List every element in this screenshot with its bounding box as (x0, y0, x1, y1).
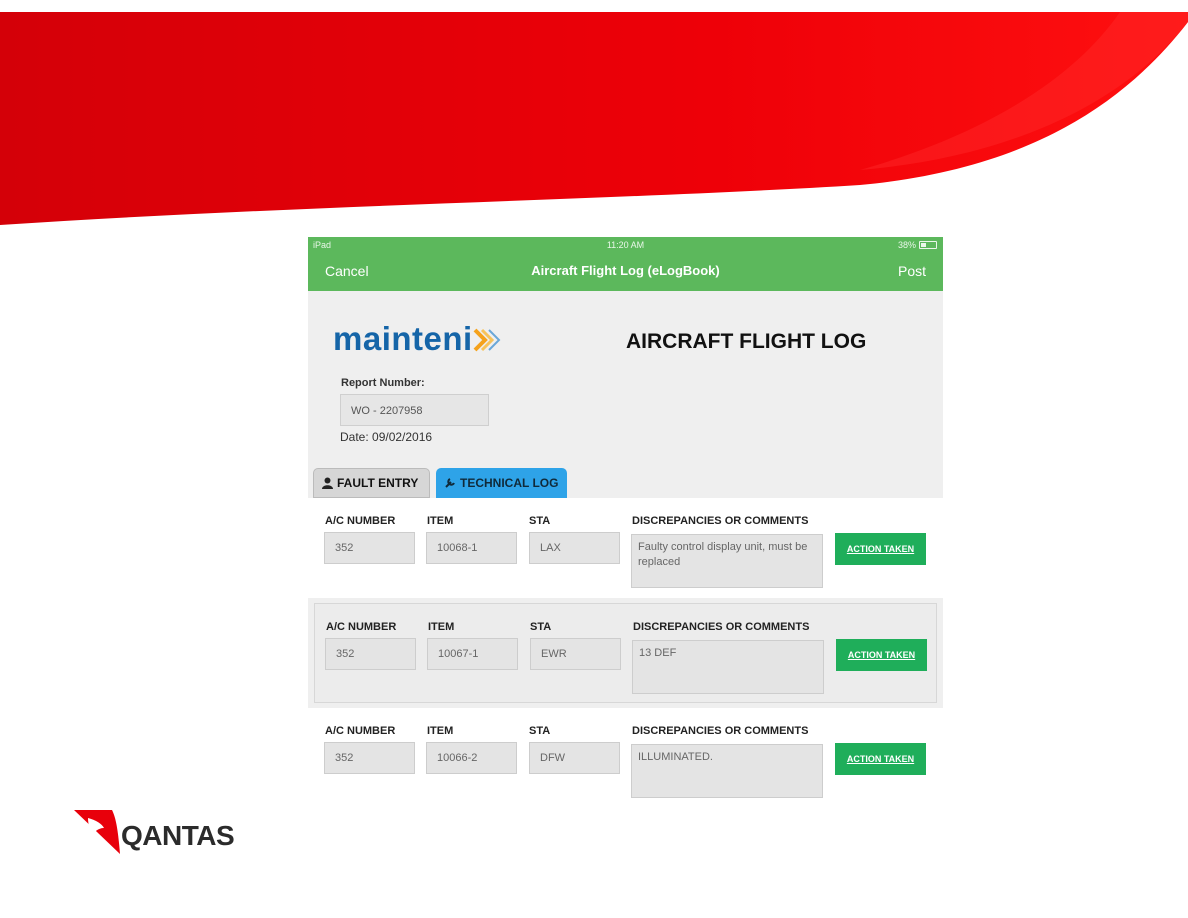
ac-number-field[interactable]: 352 (324, 532, 415, 564)
nav-bar: Cancel Aircraft Flight Log (eLogBook) Po… (308, 253, 943, 291)
list-item: A/C NUMBER ITEM STA DISCREPANCIES OR COM… (308, 498, 943, 598)
wrench-icon (445, 478, 455, 488)
sta-label: STA (529, 725, 551, 737)
item-label: ITEM (428, 621, 455, 633)
comments-label: DISCREPANCIES OR COMMENTS (633, 621, 810, 633)
entry-list: A/C NUMBER ITEM STA DISCREPANCIES OR COM… (308, 498, 943, 802)
status-time: 11:20 AM (606, 240, 645, 250)
sta-field[interactable]: DFW (529, 742, 620, 774)
ac-number-field[interactable]: 352 (325, 638, 416, 670)
maintenix-logo: mainteni (333, 320, 501, 358)
page-title: AIRCRAFT FLIGHT LOG (626, 330, 867, 353)
logo-x-mark (473, 328, 501, 352)
ac-number-field[interactable]: 352 (324, 742, 415, 774)
action-taken-button[interactable]: ACTION TAKEN (836, 639, 927, 671)
ac-number-label: A/C NUMBER (326, 621, 397, 633)
brand-swoosh-banner (0, 12, 1188, 225)
item-label: ITEM (427, 515, 454, 527)
list-item: A/C NUMBER ITEM STA DISCREPANCIES OR COM… (308, 708, 943, 802)
sta-label: STA (529, 515, 551, 527)
comments-label: DISCREPANCIES OR COMMENTS (632, 725, 809, 737)
comments-field[interactable]: ILLUMINATED. (631, 744, 823, 798)
person-icon (322, 477, 333, 489)
report-number-label: Report Number: (341, 377, 425, 389)
action-taken-button[interactable]: ACTION TAKEN (835, 743, 926, 775)
sta-label: STA (530, 621, 552, 633)
battery-indicator: 38% (898, 237, 937, 253)
battery-percent: 38% (897, 240, 916, 250)
status-bar: iPad 11:20 AM 38% (308, 237, 943, 253)
comments-label: DISCREPANCIES OR COMMENTS (632, 515, 809, 527)
comments-field[interactable]: 13 DEF (632, 640, 824, 694)
tab-technical-log[interactable]: TECHNICAL LOG (436, 468, 567, 498)
action-taken-button[interactable]: ACTION TAKEN (835, 533, 926, 565)
item-field[interactable]: 10066-2 (426, 742, 517, 774)
tab-fault-entry-label: FAULT ENTRY (337, 476, 419, 490)
sta-field[interactable]: LAX (529, 532, 620, 564)
report-number-field[interactable]: WO - 2207958 (340, 394, 489, 426)
qantas-wordmark: QANTAS (121, 820, 235, 851)
ac-number-label: A/C NUMBER (325, 515, 396, 527)
item-field[interactable]: 10067-1 (427, 638, 518, 670)
list-item: A/C NUMBER ITEM STA DISCREPANCIES OR COM… (314, 603, 937, 703)
tab-fault-entry[interactable]: FAULT ENTRY (313, 468, 430, 498)
post-button[interactable]: Post (898, 263, 926, 279)
report-date: Date: 09/02/2016 (340, 430, 433, 444)
item-label: ITEM (427, 725, 454, 737)
nav-title: Aircraft Flight Log (eLogBook) (531, 263, 720, 278)
tab-technical-log-label: TECHNICAL LOG (460, 476, 559, 490)
ac-number-label: A/C NUMBER (325, 725, 396, 737)
comments-field[interactable]: Faulty control display unit, must be rep… (631, 534, 823, 588)
battery-icon (919, 241, 937, 249)
sta-field[interactable]: EWR (530, 638, 621, 670)
item-field[interactable]: 10068-1 (426, 532, 517, 564)
app-screenshot: iPad 11:20 AM 38% Cancel Aircraft Flight… (308, 237, 943, 802)
